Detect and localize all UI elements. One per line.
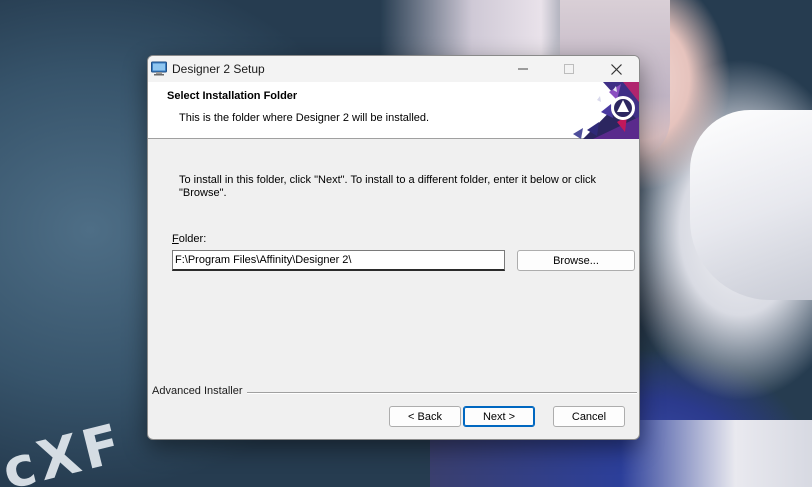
minimize-icon	[518, 68, 528, 70]
page-title: Select Installation Folder	[167, 90, 298, 102]
wizard-header: Select Installation Folder This is the f…	[148, 82, 639, 139]
next-button[interactable]: Next >	[463, 406, 535, 427]
affinity-designer-logo-graphic	[573, 82, 639, 139]
folder-path-input[interactable]	[172, 250, 505, 271]
setup-window: Designer 2 Setup Select Installation Fol…	[147, 55, 640, 440]
close-button[interactable]	[593, 56, 639, 82]
instructions-text: To install in this folder, click "Next".…	[179, 174, 597, 199]
cancel-button[interactable]: Cancel	[553, 406, 625, 427]
wallpaper-glove	[690, 110, 812, 300]
folder-label-accelerator: F	[172, 233, 179, 245]
wallpaper-watermark: cXF	[0, 411, 131, 487]
title-bar[interactable]: Designer 2 Setup	[148, 56, 639, 82]
maximize-icon	[564, 64, 574, 74]
installer-app-icon	[151, 61, 167, 76]
browse-button[interactable]: Browse...	[517, 250, 635, 271]
folder-label: Folder:	[172, 233, 206, 245]
page-subtitle: This is the folder where Designer 2 will…	[179, 112, 430, 124]
close-icon	[610, 63, 622, 75]
maximize-button	[546, 56, 592, 82]
minimize-button[interactable]	[500, 56, 546, 82]
back-button[interactable]: < Back	[389, 406, 461, 427]
folder-label-rest: older:	[178, 233, 207, 245]
window-title: Designer 2 Setup	[172, 62, 265, 76]
installer-brand-label: Advanced Installer	[152, 385, 247, 397]
footer-divider	[244, 392, 637, 394]
